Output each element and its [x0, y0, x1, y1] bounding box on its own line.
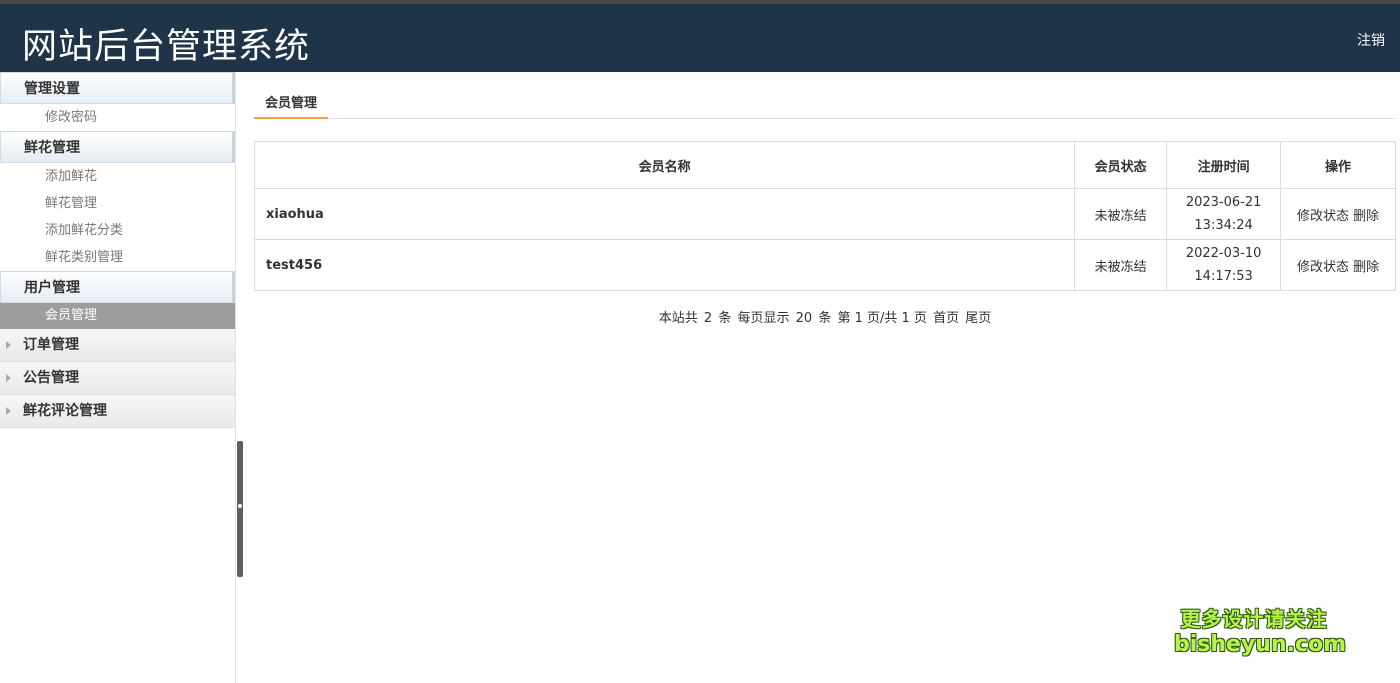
member-status-cell: 未被冻结	[1074, 239, 1168, 291]
sidebar-group-order-management[interactable]: 订单管理	[0, 329, 235, 362]
member-name-cell: xiaohua	[253, 188, 1076, 240]
register-time-cell: 2022-03-10 14:17:53	[1166, 239, 1282, 291]
pagination: 本站共 2 条 每页显示 20 条 第 1 页/共 1 页 首页 尾页	[254, 307, 1396, 326]
app-header: 网站后台管理系统 注销	[0, 4, 1400, 72]
register-clock: 13:34:24	[1194, 218, 1253, 233]
sidebar-group-label: 订单管理	[23, 337, 79, 353]
register-date: 2022-03-10	[1185, 246, 1262, 261]
watermark-line-2: bisheyun.com	[1174, 632, 1347, 657]
pager-total-prefix: 本站共	[658, 311, 698, 326]
main-content: 会员管理 会员名称 会员状态 注册时间 操作 xiaohua 未被冻结 2023…	[253, 72, 1396, 326]
delete-link[interactable]: 删除	[1353, 209, 1379, 224]
sidebar-item-flower-category-management[interactable]: 鲜花类别管理	[0, 244, 235, 271]
app-title: 网站后台管理系统	[22, 27, 311, 67]
pager-per-page-prefix: 每页显示	[737, 311, 790, 326]
table-row: test456 未被冻结 2022-03-10 14:17:53 修改状态 删除	[253, 239, 1396, 291]
pager-first-page-link[interactable]: 首页	[933, 311, 959, 326]
actions-cell: 修改状态 删除	[1280, 239, 1396, 291]
member-name-cell: test456	[253, 239, 1076, 291]
sidebar-group-comment-management[interactable]: 鲜花评论管理	[0, 395, 235, 428]
watermark-line-1: 更多设计请关注	[1180, 607, 1328, 631]
sidebar-group-label: 公告管理	[23, 370, 79, 386]
sidebar: 管理设置 修改密码 鲜花管理 添加鲜花 鲜花管理 添加鲜花分类 鲜花类别管理 用…	[0, 72, 236, 683]
logout-link[interactable]: 注销	[1357, 30, 1385, 50]
sidebar-item-member-management[interactable]: 会员管理	[0, 303, 235, 329]
pager-last-page-link[interactable]: 尾页	[965, 311, 991, 326]
register-date: 2023-06-21	[1185, 195, 1262, 210]
sidebar-item-flower-management[interactable]: 鲜花管理	[0, 190, 235, 217]
register-clock: 14:17:53	[1194, 269, 1253, 284]
pager-total-count: 2	[703, 311, 713, 326]
pager-total-unit: 条	[718, 311, 732, 326]
sidebar-item-change-password[interactable]: 修改密码	[0, 104, 235, 131]
column-header-member-status: 会员状态	[1074, 141, 1168, 189]
sidebar-group-announcement-management[interactable]: 公告管理	[0, 362, 235, 395]
actions-cell: 修改状态 删除	[1280, 188, 1396, 240]
change-status-link[interactable]: 修改状态	[1297, 260, 1349, 275]
caret-right-icon	[6, 341, 11, 349]
column-header-member-name: 会员名称	[253, 141, 1076, 189]
delete-link[interactable]: 删除	[1353, 260, 1379, 275]
sidebar-group-flower-management[interactable]: 鲜花管理	[0, 131, 235, 163]
watermark: 更多设计请关注 bisheyun.com	[1174, 606, 1347, 658]
table-header-row: 会员名称 会员状态 注册时间 操作	[253, 141, 1396, 189]
sidebar-group-label: 鲜花评论管理	[23, 403, 107, 419]
register-time-cell: 2023-06-21 13:34:24	[1166, 188, 1282, 240]
tab-bar: 会员管理	[254, 72, 1396, 119]
column-header-register-time: 注册时间	[1166, 141, 1282, 189]
caret-right-icon	[6, 374, 11, 382]
tab-member-management[interactable]: 会员管理	[254, 91, 329, 119]
table-row: xiaohua 未被冻结 2023-06-21 13:34:24 修改状态 删除	[253, 188, 1396, 240]
pager-per-page-count: 20	[795, 311, 813, 326]
column-header-actions: 操作	[1280, 141, 1396, 189]
sidebar-group-admin-settings[interactable]: 管理设置	[0, 72, 235, 104]
member-status-cell: 未被冻结	[1074, 188, 1168, 240]
pager-per-page-unit: 条	[818, 311, 832, 326]
sidebar-group-user-management[interactable]: 用户管理	[0, 271, 235, 303]
sidebar-splitter-handle[interactable]	[237, 441, 243, 577]
caret-right-icon	[6, 407, 11, 415]
sidebar-item-add-flower[interactable]: 添加鲜花	[0, 163, 235, 190]
grip-dot-icon	[238, 504, 242, 508]
member-table: 会员名称 会员状态 注册时间 操作 xiaohua 未被冻结 2023-06-2…	[253, 141, 1396, 291]
pager-page-info: 第 1 页/共 1 页	[837, 311, 927, 326]
sidebar-item-add-flower-category[interactable]: 添加鲜花分类	[0, 217, 235, 244]
change-status-link[interactable]: 修改状态	[1297, 209, 1349, 224]
